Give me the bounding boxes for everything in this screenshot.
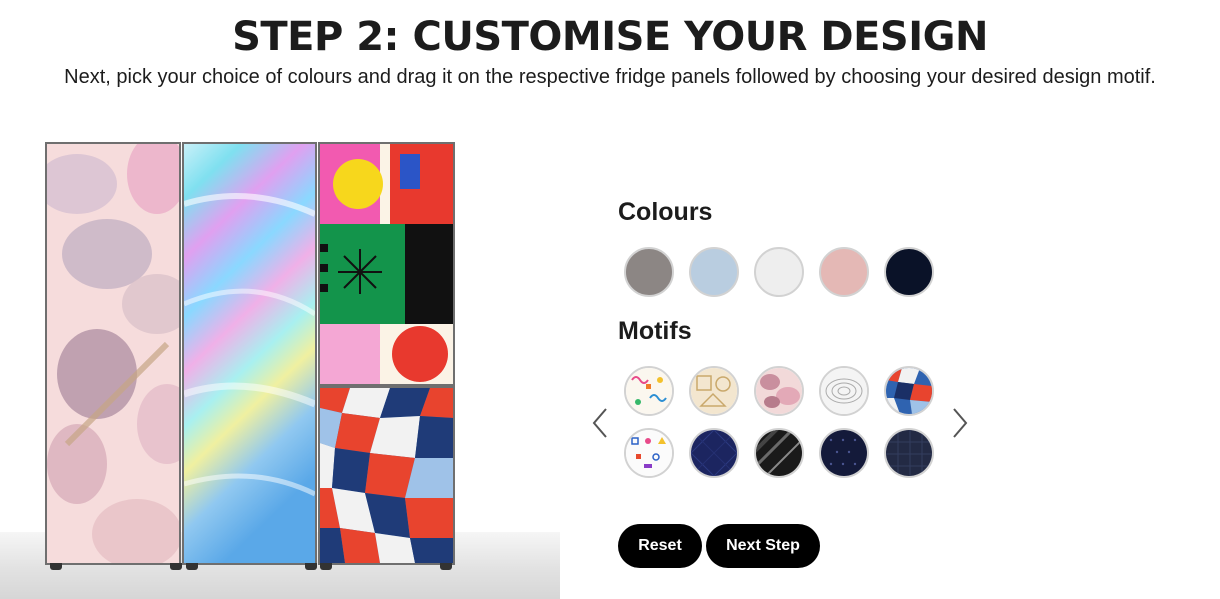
next-step-button[interactable]: Next Step [706,524,820,568]
page-title: STEP 2: CUSTOMISE YOUR DESIGN [232,14,988,60]
reset-button[interactable]: Reset [618,524,702,568]
colour-swatch-pink[interactable] [819,247,869,297]
fridge-foot [50,563,62,570]
motif-swatch-blue-red-mosaic[interactable] [884,366,934,416]
chevron-right-icon[interactable] [948,405,972,441]
holographic-pattern [184,144,315,563]
fridge-panel-right-bottom[interactable] [318,386,455,565]
motifs-heading: Motifs [618,317,692,345]
motif-swatch-pink-watercolour[interactable] [754,366,804,416]
motif-swatch-letters-shapes[interactable] [624,428,674,478]
watercolour-floral-pattern [47,144,179,563]
colour-swatch-navy[interactable] [884,247,934,297]
geometric-abstract-pattern [320,144,453,384]
motif-swatch-navy-dots[interactable] [819,428,869,478]
motif-swatch-black-gloss-stripes[interactable] [754,428,804,478]
colour-swatch-light-blue[interactable] [689,247,739,297]
fridge-foot [186,563,198,570]
fridge-foot [170,563,182,570]
mosaic-pattern [320,388,453,563]
motif-swatch-confetti-squiggles[interactable] [624,366,674,416]
colours-heading: Colours [618,198,713,226]
colour-swatch-grey[interactable] [624,247,674,297]
motif-swatch-topographic-lines[interactable] [819,366,869,416]
motif-swatch-navy-diamond[interactable] [689,428,739,478]
fridge-foot [305,563,317,570]
colour-swatch-white[interactable] [754,247,804,297]
fridge-foot [440,563,452,570]
fridge-panel-left[interactable] [45,142,181,565]
motif-swatch-navy-lattice[interactable] [884,428,934,478]
motif-swatch-beige-geometric[interactable] [689,366,739,416]
fridge-panel-middle[interactable] [182,142,317,565]
chevron-left-icon[interactable] [588,405,612,441]
fridge-foot [320,563,332,570]
page-subtitle: Next, pick your choice of colours and dr… [64,66,1156,88]
fridge-panel-right-top[interactable] [318,142,455,386]
